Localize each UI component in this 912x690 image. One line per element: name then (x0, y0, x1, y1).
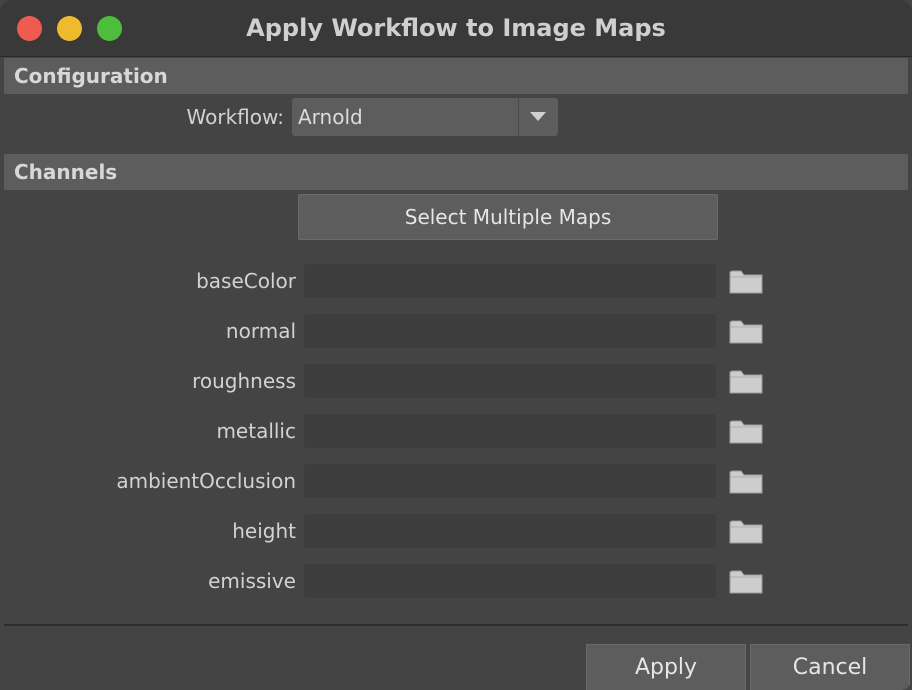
workflow-dropdown[interactable]: Arnold (292, 98, 558, 136)
channel-label: baseColor (196, 269, 296, 293)
channel-path-field[interactable] (304, 464, 716, 498)
folder-icon[interactable] (729, 468, 763, 494)
channel-path-field[interactable] (304, 414, 716, 448)
channel-label: normal (225, 319, 296, 343)
window-title: Apply Workflow to Image Maps (246, 14, 666, 42)
footer-divider (4, 624, 908, 626)
channel-row-emissive: emissive (0, 564, 912, 598)
apply-button[interactable]: Apply (586, 644, 746, 690)
cancel-button[interactable]: Cancel (750, 644, 910, 690)
folder-icon[interactable] (729, 418, 763, 444)
channel-row-ambientocclusion: ambientOcclusion (0, 464, 912, 498)
channel-row-height: height (0, 514, 912, 548)
configuration-section-header[interactable]: Configuration (4, 58, 908, 94)
channel-row-roughness: roughness (0, 364, 912, 398)
channels-section-header[interactable]: Channels (4, 154, 908, 190)
channel-path-field[interactable] (304, 264, 716, 298)
chevron-down-icon[interactable] (519, 98, 558, 136)
folder-icon[interactable] (729, 518, 763, 544)
channel-path-field[interactable] (304, 514, 716, 548)
title-bar: Apply Workflow to Image Maps (0, 0, 912, 57)
channel-path-field[interactable] (304, 364, 716, 398)
workflow-label: Workflow: (186, 105, 284, 129)
folder-icon[interactable] (729, 268, 763, 294)
folder-icon[interactable] (729, 368, 763, 394)
channel-row-metallic: metallic (0, 414, 912, 448)
workflow-selected-value: Arnold (298, 105, 363, 129)
channel-row-normal: normal (0, 314, 912, 348)
channel-label: height (232, 519, 296, 543)
dialog-window: Apply Workflow to Image Maps Configurati… (0, 0, 912, 690)
channel-label: emissive (208, 569, 296, 593)
channel-row-basecolor: baseColor (0, 264, 912, 298)
channel-label: metallic (216, 419, 296, 443)
channel-label: ambientOcclusion (116, 469, 296, 493)
folder-icon[interactable] (729, 568, 763, 594)
channel-label: roughness (192, 369, 296, 393)
folder-icon[interactable] (729, 318, 763, 344)
channel-path-field[interactable] (304, 564, 716, 598)
channel-path-field[interactable] (304, 314, 716, 348)
select-multiple-maps-button[interactable]: Select Multiple Maps (298, 194, 718, 240)
